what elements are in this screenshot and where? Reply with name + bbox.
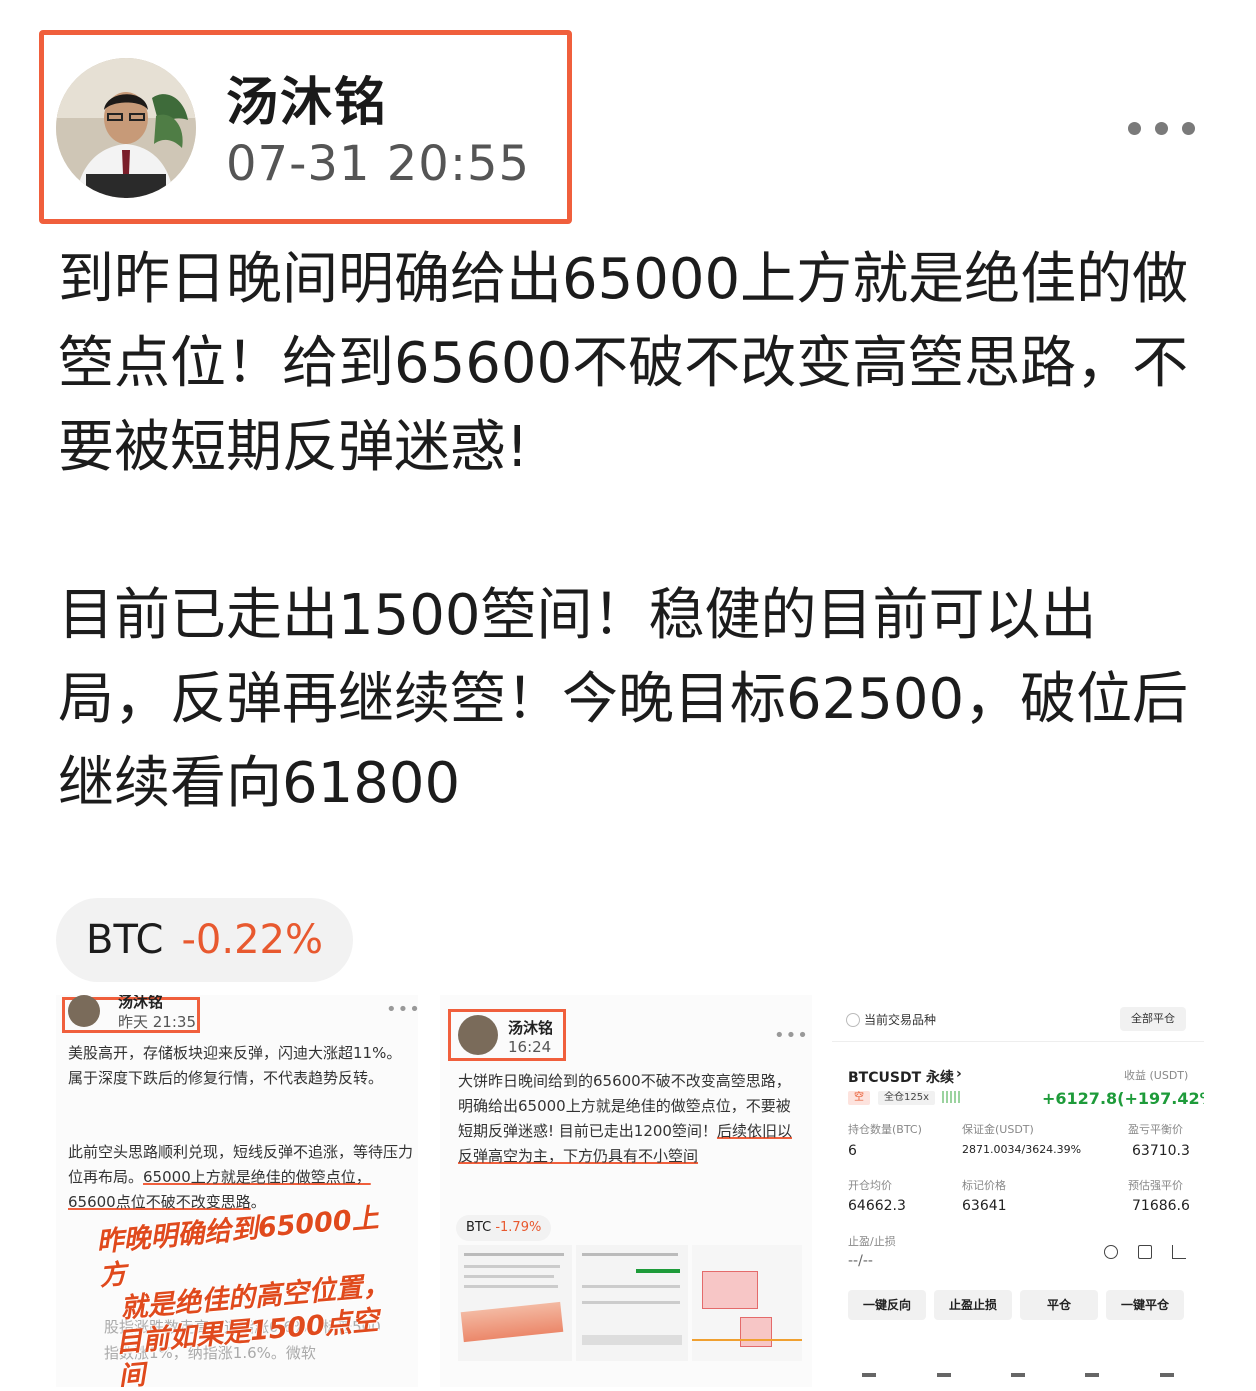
chevron-right-icon: › bbox=[956, 1066, 962, 1082]
signal-bars-icon bbox=[942, 1091, 962, 1103]
field-label-breakeven: 盈亏平衡价 bbox=[1128, 1123, 1183, 1136]
image-thumbnail-1[interactable]: 汤沐铭 昨天 21:35 ••• 美股高开，存储板块迎来反弹，闪迪大涨超11%。… bbox=[56, 995, 418, 1387]
thumb-mini-image-2 bbox=[576, 1245, 688, 1361]
thumb-paragraph-b-end: 。 bbox=[250, 1193, 266, 1211]
thumb-post-text: 大饼昨日晚间给到的65600不破不改变高箜思路，明确给出65000上方就是绝佳的… bbox=[458, 1069, 798, 1169]
thumb-author-name: 汤沐铭 bbox=[508, 1019, 554, 1037]
field-label-margin: 保证金(USDT) bbox=[962, 1123, 1034, 1136]
author-name[interactable]: 汤沐铭 bbox=[226, 60, 388, 135]
thumb-ticker-change: -1.79% bbox=[495, 1220, 542, 1235]
thumb-more-icon: ••• bbox=[774, 1025, 809, 1046]
thumb-post-time: 16:24 bbox=[508, 1038, 552, 1056]
exchange-header-label: 当前交易品种 bbox=[864, 1013, 937, 1027]
field-value-breakeven: 63710.3 bbox=[1132, 1143, 1190, 1159]
thumb-mini-chart bbox=[692, 1245, 802, 1361]
thumb-mini-image-1 bbox=[458, 1245, 572, 1361]
thumb-stamp-text: 昨晚明确给到65000上方 就是绝佳的高空位置， 目前如果是1500点空间 bbox=[95, 1200, 409, 1387]
thumb-ticker-symbol: BTC bbox=[466, 1220, 492, 1235]
clock-icon bbox=[1104, 1245, 1118, 1259]
field-label-qty: 持仓数量(BTC) bbox=[848, 1123, 922, 1136]
field-value-margin: 2871.0034/3624.39% bbox=[962, 1143, 1082, 1156]
field-label-mark: 标记价格 bbox=[962, 1179, 1006, 1192]
tpsl-label: 止盈/止损 bbox=[848, 1235, 896, 1248]
image-thumbnail-3[interactable]: 当前交易品种 全部平仓 BTCUSDT 永续 › 收益 (USDT) 空 全仓1… bbox=[832, 995, 1204, 1387]
share-icon bbox=[1172, 1245, 1186, 1259]
thumb-bottom-nav bbox=[832, 1363, 1204, 1387]
thumb-post-time: 昨天 21:35 bbox=[118, 1013, 196, 1031]
thumb-paragraph-a: 美股高开，存储板块迎来反弹，闪迪大涨超11%。属于深度下跌后的修复行情，不代表趋… bbox=[68, 1044, 402, 1087]
short-side-badge: 空 bbox=[848, 1091, 870, 1105]
ticker-symbol: BTC bbox=[86, 917, 164, 963]
field-label-liq: 预估强平价 bbox=[1128, 1179, 1183, 1192]
close-position-button: 平仓 bbox=[1020, 1290, 1098, 1320]
more-options-icon[interactable] bbox=[1128, 114, 1204, 142]
tpsl-value: --/-- bbox=[848, 1253, 873, 1269]
pnl-label: 收益 (USDT) bbox=[1124, 1069, 1189, 1082]
thumb-avatar bbox=[458, 1015, 498, 1055]
leverage-badge: 全仓125x bbox=[878, 1091, 936, 1105]
tpsl-button: 止盈止损 bbox=[934, 1290, 1012, 1320]
thumb-ticker-tag: BTC -1.79% bbox=[456, 1215, 552, 1241]
field-label-entry: 开仓均价 bbox=[848, 1179, 892, 1192]
thumb-avatar bbox=[68, 995, 100, 1027]
close-all-button: 一键平仓 bbox=[1106, 1290, 1184, 1320]
field-value-liq: 71686.6 bbox=[1132, 1198, 1190, 1214]
field-value-qty: 6 bbox=[848, 1143, 857, 1159]
close-all-top-button: 全部平仓 bbox=[1120, 1007, 1186, 1031]
post-paragraph-1: 到昨日晚间明确给出65000上方就是绝佳的做箜点位！给到65600不破不改变高箜… bbox=[58, 247, 1189, 480]
thumb-more-icon: ••• bbox=[386, 999, 418, 1020]
field-value-entry: 64662.3 bbox=[848, 1198, 906, 1214]
reverse-button: 一键反向 bbox=[848, 1290, 926, 1320]
author-avatar[interactable] bbox=[56, 58, 196, 198]
radio-icon bbox=[846, 1013, 860, 1027]
post-time: 07-31 20:55 bbox=[226, 136, 531, 192]
contract-name: BTCUSDT 永续 bbox=[848, 1070, 954, 1086]
ticker-change: -0.22% bbox=[181, 917, 323, 963]
avatar-photo-icon bbox=[56, 58, 196, 198]
field-value-mark: 63641 bbox=[962, 1198, 1007, 1214]
doc-icon bbox=[1138, 1245, 1152, 1259]
pnl-value: +6127.8(+197.42%) bbox=[1042, 1089, 1204, 1108]
divider bbox=[832, 1041, 1204, 1042]
ticker-tag[interactable]: BTC -0.22% bbox=[56, 898, 353, 982]
thumb-author-name: 汤沐铭 bbox=[118, 995, 164, 1011]
post-paragraph-2: 目前已走出1500箜间！稳健的目前可以出局，反弹再继续箜！今晚目标62500，破… bbox=[58, 583, 1189, 816]
image-thumbnail-2[interactable]: 汤沐铭 16:24 ••• 大饼昨日晚间给到的65600不破不改变高箜思路，明确… bbox=[440, 995, 812, 1387]
